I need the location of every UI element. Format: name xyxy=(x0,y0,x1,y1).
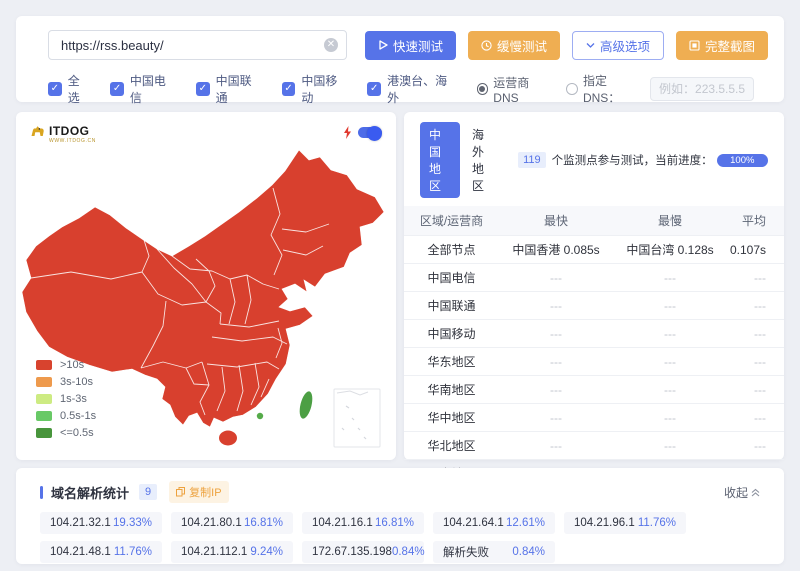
south-china-sea-inset xyxy=(334,389,380,447)
list-item[interactable]: 104.21.32.119.33% xyxy=(40,512,162,534)
chevron-double-up-icon xyxy=(751,488,760,497)
lightning-icon xyxy=(343,126,352,139)
table-row[interactable]: 华东地区--------- xyxy=(404,348,784,376)
list-item[interactable]: 解析失败0.84% xyxy=(433,541,555,563)
table-row[interactable]: 华北地区--------- xyxy=(404,432,784,460)
radio-custom-dns[interactable] xyxy=(566,83,578,95)
legend-swatch xyxy=(36,411,52,421)
table-row[interactable]: 全部节点中国香港 0.085s中国台湾 0.128s0.107s xyxy=(404,236,784,264)
tab-overseas-region[interactable]: 海外地区 xyxy=(472,126,494,194)
itdog-logo: ITDOG WWW.ITDOG.CN xyxy=(30,124,96,144)
legend-swatch xyxy=(36,428,52,438)
hainan-island xyxy=(219,431,237,446)
full-screenshot-button[interactable]: 完整截图 xyxy=(676,31,768,60)
toolbar-card: ✕ 快速测试 缓慢测试 高级选项 完整截图 ✓ 全选 xyxy=(16,16,784,102)
list-item[interactable]: 172.67.135.1980.84% xyxy=(302,541,424,563)
chevron-down-icon xyxy=(586,42,595,49)
clear-icon[interactable]: ✕ xyxy=(324,38,338,52)
table-row[interactable]: 华南地区--------- xyxy=(404,376,784,404)
legend-swatch xyxy=(36,394,52,404)
table-header-row: 区域/运营商 最快 最慢 平均 xyxy=(404,206,784,236)
checkbox-select-all[interactable]: ✓ 全选 xyxy=(48,72,91,106)
dns-stats-title: 域名解析统计 xyxy=(51,483,129,502)
map-mode-toggle[interactable] xyxy=(358,127,382,138)
taiwan-island xyxy=(297,390,314,420)
tab-china-region[interactable]: 中国地区 xyxy=(420,122,460,198)
node-count-badge: 119 xyxy=(518,152,546,168)
map-card: ITDOG WWW.ITDOG.CN >10s 3s-10s 1s-3s 0.5… xyxy=(16,112,396,460)
ip-list: 104.21.32.119.33% 104.21.80.116.81% 104.… xyxy=(40,512,784,563)
checkbox-checked-icon: ✓ xyxy=(282,82,296,96)
collapse-button[interactable]: 收起 xyxy=(724,484,760,501)
list-item[interactable]: 104.21.64.112.61% xyxy=(433,512,555,534)
url-input[interactable] xyxy=(48,30,347,60)
quick-test-button[interactable]: 快速测试 xyxy=(365,31,456,60)
progress-bar: 100% xyxy=(717,154,768,167)
copy-ip-button[interactable]: 复制IP xyxy=(169,481,228,503)
table-row[interactable]: 中国联通--------- xyxy=(404,292,784,320)
clock-icon xyxy=(481,40,492,51)
copy-icon xyxy=(176,487,185,497)
table-row[interactable]: 华中地区--------- xyxy=(404,404,784,432)
table-row[interactable]: 中国电信--------- xyxy=(404,264,784,292)
checkbox-hmt-overseas[interactable]: ✓ 港澳台、海外 xyxy=(367,72,457,106)
table-row[interactable]: 中国移动--------- xyxy=(404,320,784,348)
map-legend: >10s 3s-10s 1s-3s 0.5s-1s <=0.5s xyxy=(36,356,96,441)
checkbox-checked-icon: ✓ xyxy=(196,82,210,96)
progress-label: 个监测点参与测试，当前进度： xyxy=(552,152,713,168)
screenshot-icon xyxy=(689,40,700,51)
checkbox-checked-icon: ✓ xyxy=(48,82,62,96)
slow-test-button[interactable]: 缓慢测试 xyxy=(468,31,560,60)
checkbox-checked-icon: ✓ xyxy=(110,82,124,96)
list-item[interactable]: 104.21.16.116.81% xyxy=(302,512,424,534)
dog-icon xyxy=(30,124,45,139)
list-item[interactable]: 104.21.80.116.81% xyxy=(171,512,293,534)
checkbox-china-telecom[interactable]: ✓ 中国电信 xyxy=(110,72,177,106)
legend-swatch xyxy=(36,360,52,370)
radio-isp-dns[interactable] xyxy=(477,83,489,95)
list-item[interactable]: 104.21.96.111.76% xyxy=(564,512,686,534)
results-card: 中国地区 海外地区 119 个监测点参与测试，当前进度： 100% 区域/运营商… xyxy=(404,112,784,460)
list-item[interactable]: 104.21.48.111.76% xyxy=(40,541,162,563)
title-accent-bar xyxy=(40,486,43,499)
checkbox-china-mobile[interactable]: ✓ 中国移动 xyxy=(282,72,349,106)
checkbox-china-unicom[interactable]: ✓ 中国联通 xyxy=(196,72,263,106)
custom-dns-input[interactable] xyxy=(650,77,754,101)
advanced-options-button[interactable]: 高级选项 xyxy=(572,31,664,60)
legend-swatch xyxy=(36,377,52,387)
hongkong-dot xyxy=(257,413,263,419)
checkbox-checked-icon: ✓ xyxy=(367,82,381,96)
play-icon xyxy=(378,40,388,50)
ip-count-badge: 9 xyxy=(139,484,157,500)
dns-stats-card: 域名解析统计 9 复制IP 收起 104.21.32.119.33% 104.2… xyxy=(16,468,784,564)
list-item[interactable]: 104.21.112.19.24% xyxy=(171,541,293,563)
